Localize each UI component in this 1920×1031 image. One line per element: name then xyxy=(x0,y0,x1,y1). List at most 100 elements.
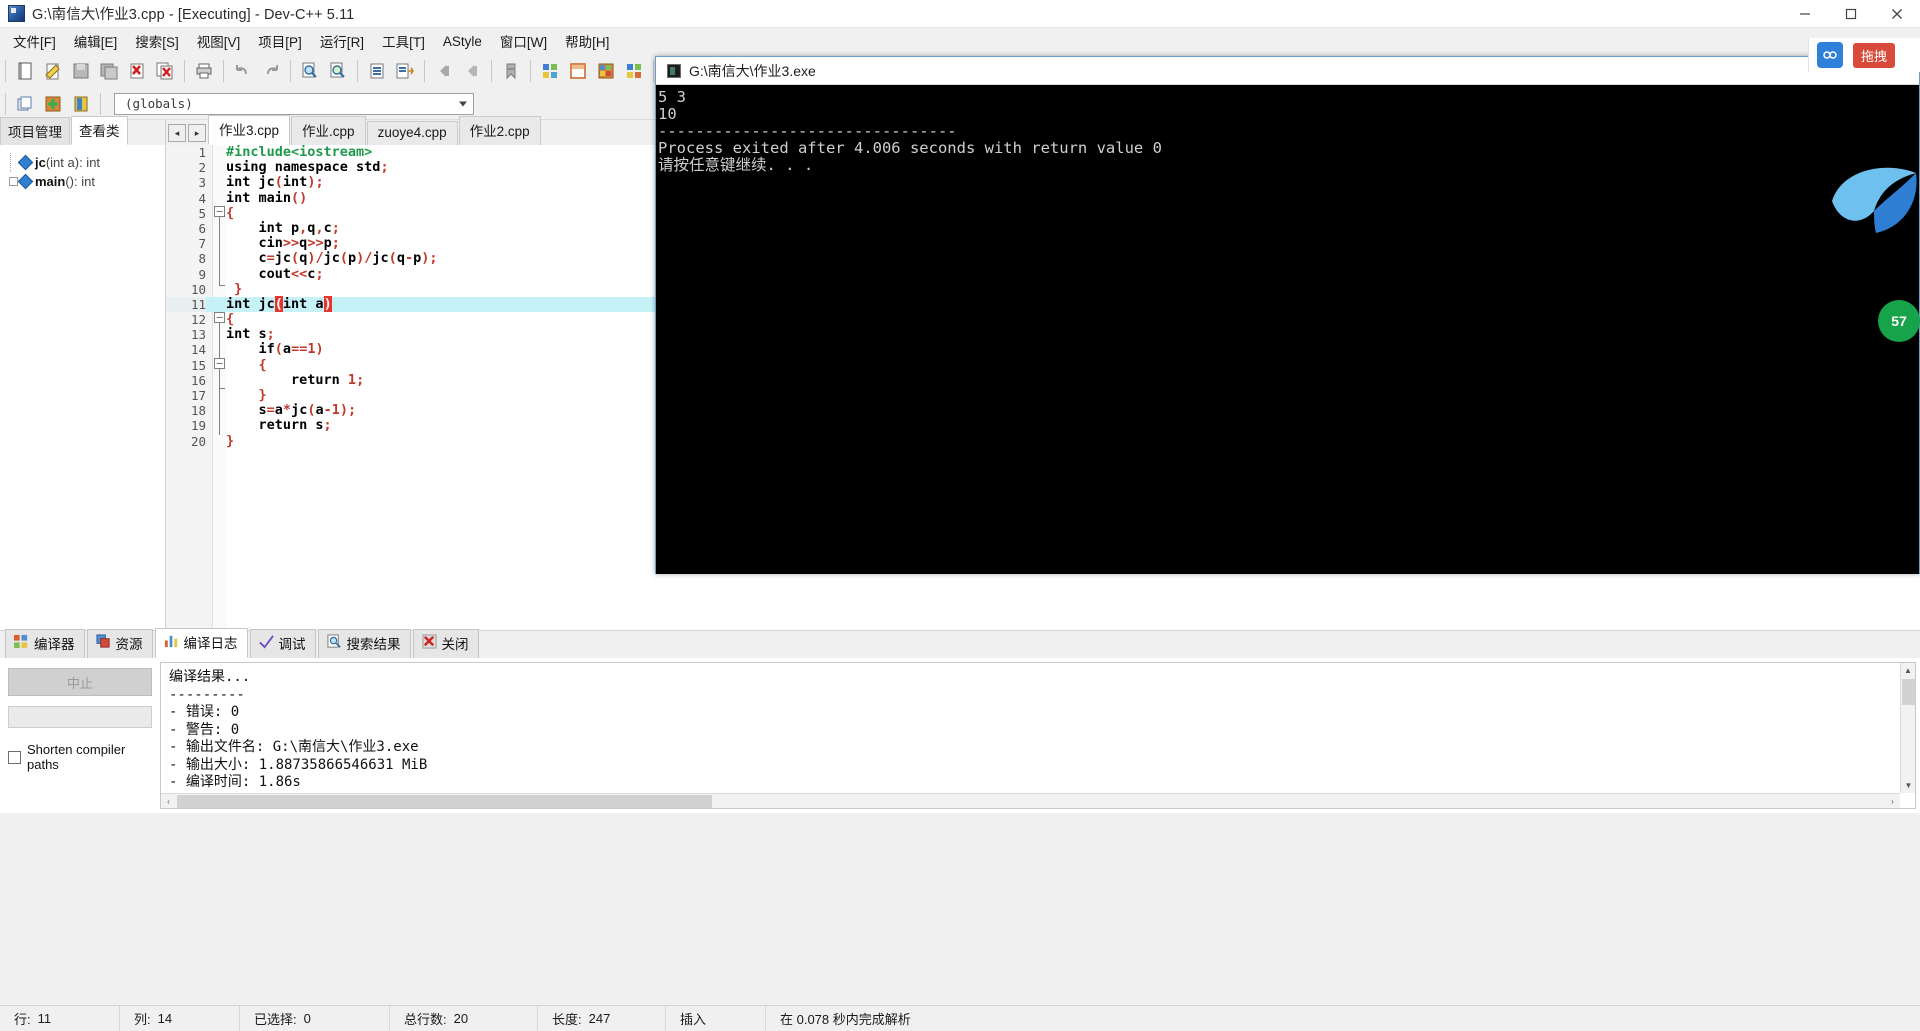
tab-debug[interactable]: 调试 xyxy=(249,629,316,658)
tab-compile-log[interactable]: 编译日志 xyxy=(154,628,248,658)
window-list-icon[interactable] xyxy=(621,58,647,84)
shorten-paths-row[interactable]: Shorten compiler paths xyxy=(8,742,152,772)
menu-edit[interactable]: 编辑[E] xyxy=(65,28,127,54)
open-file-icon[interactable] xyxy=(40,58,66,84)
tab-resource[interactable]: 资源 xyxy=(86,629,153,658)
tab-compiler[interactable]: 编译器 xyxy=(5,629,85,658)
line-content: c=jc(q)/jc(p)/jc(q-p); xyxy=(226,250,438,267)
environment-options-icon[interactable] xyxy=(593,58,619,84)
menu-file[interactable]: 文件[F] xyxy=(4,28,65,54)
remove-from-project-icon[interactable] xyxy=(68,91,94,117)
line-number: 2 xyxy=(198,160,206,176)
toolbar-divider xyxy=(530,60,531,82)
vertical-scroll-thumb[interactable] xyxy=(1902,679,1915,705)
menu-run[interactable]: 运行[R] xyxy=(311,28,373,54)
menu-astyle[interactable]: AStyle xyxy=(434,31,491,52)
log-horizontal-scrollbar[interactable]: ‹ › xyxy=(161,793,1900,808)
menu-view[interactable]: 视图[V] xyxy=(188,28,250,54)
notification-badge[interactable]: 57 xyxy=(1878,300,1920,342)
line-content: return s; xyxy=(226,417,332,434)
tab-search-results[interactable]: 搜索结果 xyxy=(317,629,411,658)
horizontal-scroll-thumb[interactable] xyxy=(177,795,712,808)
compiler-icon xyxy=(14,634,29,652)
minimize-button[interactable] xyxy=(1782,0,1828,28)
capture-label[interactable]: 拖拽 xyxy=(1853,42,1896,68)
line-content: s=a*jc(a-1); xyxy=(226,402,357,419)
line-number: 8 xyxy=(198,251,206,267)
tab-close[interactable]: 关闭 xyxy=(412,629,479,658)
tab-scroll-left-button[interactable]: ◂ xyxy=(168,124,186,142)
log-vertical-scrollbar[interactable]: ▲ ▼ xyxy=(1900,663,1915,793)
line-content: return 1; xyxy=(226,371,365,388)
menu-search[interactable]: 搜索[S] xyxy=(126,28,188,54)
line-number: 18 xyxy=(190,403,206,419)
shorten-paths-checkbox[interactable] xyxy=(8,750,21,764)
menu-help[interactable]: 帮助[H] xyxy=(556,28,618,54)
scroll-right-icon[interactable]: › xyxy=(1885,797,1900,806)
tab-scroll-right-button[interactable]: ▸ xyxy=(188,124,206,142)
close-button[interactable] xyxy=(1874,0,1920,28)
tree-item-jc[interactable]: jc (int a) : int xyxy=(4,153,161,172)
undo-icon[interactable] xyxy=(230,58,256,84)
tab-zuoye4-cpp[interactable]: zuoye4.cpp xyxy=(366,121,458,145)
goto-line-icon[interactable] xyxy=(364,58,390,84)
decorative-blue-shape xyxy=(1824,155,1920,237)
save-icon[interactable] xyxy=(68,58,94,84)
tab-zuoye2-cpp[interactable]: 作业2.cpp xyxy=(458,116,541,145)
line-content: int s; xyxy=(226,326,275,343)
menu-window[interactable]: 窗口[W] xyxy=(491,28,556,54)
forward-icon[interactable] xyxy=(459,58,485,84)
abort-button[interactable]: 中止 xyxy=(8,668,152,696)
menu-tools[interactable]: 工具[T] xyxy=(373,28,434,54)
print-icon[interactable] xyxy=(191,58,217,84)
save-all-icon[interactable] xyxy=(96,58,122,84)
tab-project-manager[interactable]: 项目管理 xyxy=(0,117,70,145)
tab-class-browser[interactable]: 查看类 xyxy=(71,116,128,145)
line-content: int p,q,c; xyxy=(226,219,340,236)
compile-controls: 中止 Shorten compiler paths xyxy=(0,658,160,813)
status-selected: 已选择: 0 xyxy=(240,1005,390,1031)
compile-log-text: 编译结果... --------- - 错误: 0 - 警告: 0 - 输出文件… xyxy=(169,669,428,790)
line-content: if(a==1) xyxy=(226,341,324,358)
menu-project[interactable]: 项目[P] xyxy=(249,28,311,54)
new-file-icon[interactable] xyxy=(12,58,38,84)
maximize-button[interactable] xyxy=(1828,0,1874,28)
close-all-icon[interactable] xyxy=(152,58,178,84)
window-controls xyxy=(1782,0,1920,28)
tab-zuoye3-cpp[interactable]: 作业3.cpp xyxy=(208,115,291,145)
console-window[interactable]: G:\南信大\作业3.exe 5 3 10 ------------------… xyxy=(655,56,1920,574)
scope-combo[interactable]: (globals) xyxy=(114,92,474,115)
line-number: 9 xyxy=(198,266,206,282)
title-bar: G:\南信大\作业3.cpp - [Executing] - Dev-C++ 5… xyxy=(0,0,1920,28)
compile-log-icon xyxy=(164,633,179,651)
line-content: } xyxy=(226,280,243,297)
class-browser-tree: jc (int a) : int main () : int xyxy=(0,145,165,199)
add-to-project-icon[interactable] xyxy=(40,91,66,117)
capture-icon[interactable] xyxy=(1817,42,1843,68)
close-file-icon[interactable] xyxy=(124,58,150,84)
toolbar-divider xyxy=(100,92,101,115)
scroll-left-icon[interactable]: ‹ xyxy=(161,797,176,806)
tab-zuoye-cpp[interactable]: 作业.cpp xyxy=(291,116,366,145)
back-icon[interactable] xyxy=(431,58,457,84)
toggle-bookmark-icon[interactable] xyxy=(498,58,524,84)
line-number: 20 xyxy=(190,433,206,449)
compiler-options-icon[interactable] xyxy=(565,58,591,84)
redo-icon[interactable] xyxy=(258,58,284,84)
scroll-up-icon[interactable]: ▲ xyxy=(1901,663,1915,678)
chevron-down-icon xyxy=(459,101,467,106)
scope-combo-value: (globals) xyxy=(125,96,193,111)
project-options-icon[interactable] xyxy=(537,58,563,84)
replace-icon[interactable] xyxy=(392,58,418,84)
new-project-icon[interactable] xyxy=(12,91,38,117)
toolbar-divider xyxy=(357,60,358,82)
toolbar-divider xyxy=(223,60,224,82)
tree-item-main[interactable]: main () : int xyxy=(4,172,161,191)
scroll-down-icon[interactable]: ▼ xyxy=(1901,778,1915,793)
line-number: 19 xyxy=(190,418,206,434)
screen-capture-widget[interactable]: 拖拽 xyxy=(1808,38,1920,72)
find-icon[interactable] xyxy=(297,58,323,84)
compile-log-output[interactable]: 编译结果... --------- - 错误: 0 - 警告: 0 - 输出文件… xyxy=(160,662,1916,809)
tree-item-signature: () xyxy=(65,174,75,189)
find-next-icon[interactable] xyxy=(325,58,351,84)
